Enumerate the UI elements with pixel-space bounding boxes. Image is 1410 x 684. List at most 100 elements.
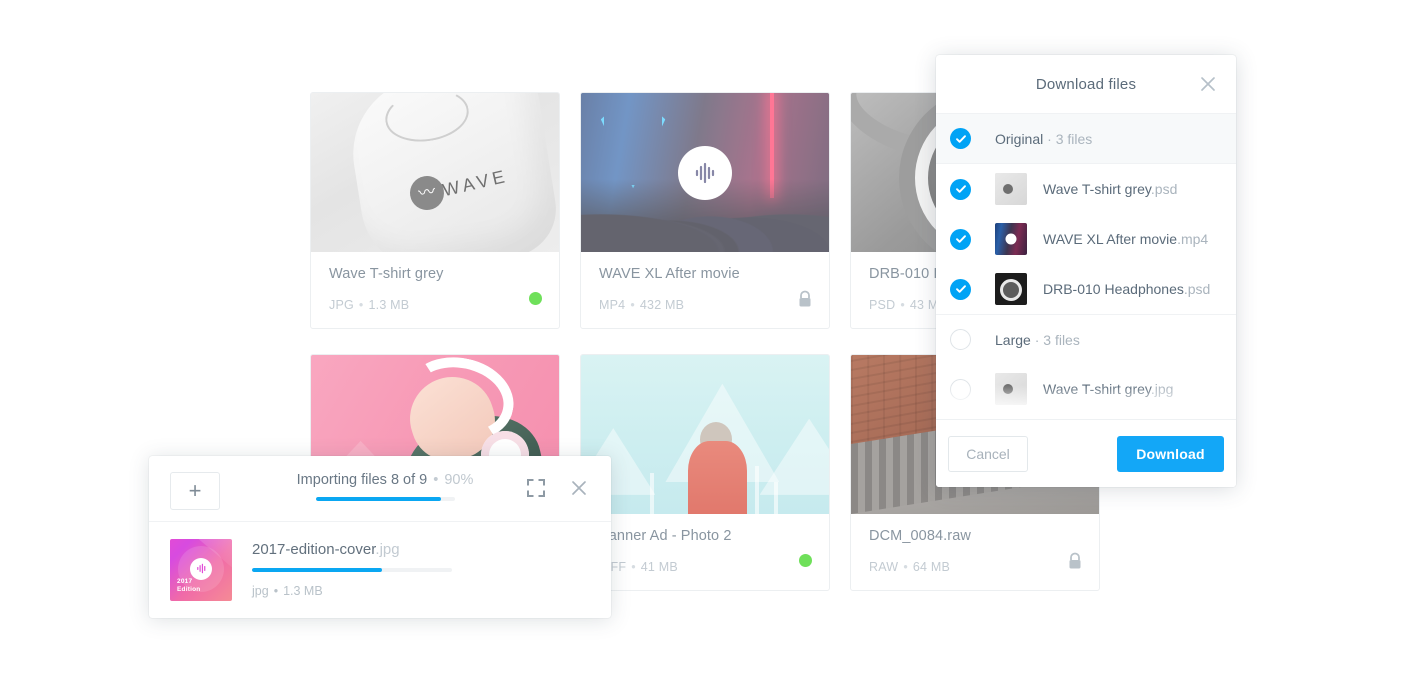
edition-year: 2017: [177, 578, 193, 585]
download-files-dialog: Download files Original · 3 files Wave T…: [936, 55, 1236, 487]
file-extension: .mp4: [1177, 231, 1209, 247]
asset-title: Wave T-shirt grey: [329, 266, 444, 282]
asset-size: 1.3 MB: [368, 298, 410, 312]
asset-meta: TIFF • 41 MB: [599, 560, 678, 574]
download-file-row[interactable]: Wave T-shirt grey.jpg: [936, 364, 1236, 414]
status-separator: •: [433, 472, 439, 488]
import-panel-header: + Importing files 8 of 9 • 90%: [149, 456, 611, 522]
file-basename: Wave T-shirt grey: [1043, 181, 1151, 197]
file-thumbnail: [995, 173, 1027, 205]
import-file-name: 2017-edition-cover.jpg: [252, 541, 590, 558]
file-name: DRB-010 Headphones.psd: [1043, 281, 1210, 297]
file-name: Wave T-shirt grey.psd: [1043, 181, 1177, 197]
file-format: jpg: [252, 584, 269, 598]
asset-card-body: WAVE XL After movie MP4 • 432 MB: [581, 252, 829, 328]
asset-card-body: Wave T-shirt grey JPG • 1.3 MB: [311, 252, 559, 328]
import-progress-bar: [315, 497, 455, 501]
asset-format: PSD: [869, 298, 896, 312]
download-file-row[interactable]: WAVE XL After movie.mp4: [936, 414, 1236, 419]
asset-card-body: DCM_0084.raw RAW • 64 MB: [851, 514, 1099, 590]
file-extension: .psd: [1150, 181, 1178, 197]
checkbox-checked-icon[interactable]: [950, 178, 971, 200]
download-file-row[interactable]: WAVE XL After movie.mp4: [936, 214, 1236, 264]
asset-card-wave-tshirt-grey[interactable]: 〰 WAVE Wave T-shirt grey JPG • 1.3 MB: [310, 92, 560, 329]
asset-card-banner-ad-photo-2[interactable]: Banner Ad - Photo 2 TIFF • 41 MB: [580, 354, 830, 591]
asset-format: JPG: [329, 298, 354, 312]
dialog-title: Download files: [1035, 75, 1137, 93]
import-status-line: Importing files 8 of 9 • 90%: [245, 472, 525, 488]
asset-format: RAW: [869, 560, 899, 574]
concert-image: [581, 93, 829, 252]
checkbox-unchecked-icon[interactable]: [950, 329, 971, 350]
close-icon[interactable]: [1196, 72, 1220, 96]
checkbox-checked-icon[interactable]: [950, 228, 971, 250]
group-count: 3 files: [1055, 130, 1093, 147]
file-name: Wave T-shirt grey.jpg: [1043, 381, 1173, 397]
group-label: Large · 3 files: [995, 332, 1080, 348]
asset-thumbnail: [581, 93, 829, 252]
asset-card-wave-xl-after-movie[interactable]: WAVE XL After movie MP4 • 432 MB: [580, 92, 830, 329]
checkbox-unchecked-icon[interactable]: [950, 378, 971, 400]
file-thumbnail: 2017 Edition: [170, 539, 232, 601]
cancel-button[interactable]: Cancel: [948, 435, 1028, 472]
lock-icon: [799, 290, 811, 307]
import-file-meta: jpg • 1.3 MB: [252, 584, 590, 598]
asset-title: DCM_0084.raw: [869, 528, 971, 544]
asset-meta: RAW • 64 MB: [869, 560, 951, 574]
asset-format: MP4: [599, 298, 626, 312]
file-extension: .psd: [1183, 281, 1211, 297]
group-count: 3 files: [1043, 331, 1080, 348]
app-canvas: 〰 WAVE Wave T-shirt grey JPG • 1.3 MB WA…: [0, 0, 1410, 684]
download-dialog-footer: Cancel Download: [936, 419, 1236, 487]
asset-size: 41 MB: [640, 560, 678, 574]
import-progress-fill: [315, 497, 441, 501]
mint-mountains-image: [581, 355, 829, 514]
import-file-info: 2017-edition-cover.jpg jpg • 1.3 MB: [252, 539, 590, 601]
add-files-button[interactable]: +: [170, 472, 220, 510]
download-group-large[interactable]: Large · 3 files: [936, 314, 1236, 364]
group-separator: ·: [1034, 331, 1040, 348]
download-group-original[interactable]: Original · 3 files: [936, 114, 1236, 164]
file-progress-fill: [252, 568, 382, 572]
asset-title: WAVE XL After movie: [599, 266, 740, 282]
file-extension: .jpg: [1150, 381, 1174, 397]
import-status-text: Importing files 8 of 9: [296, 472, 428, 488]
tshirt-image: 〰 WAVE: [311, 93, 559, 252]
edition-word: Edition: [177, 586, 201, 593]
file-thumbnail: [995, 273, 1027, 305]
asset-title: Banner Ad - Photo 2: [599, 528, 732, 544]
expand-icon[interactable]: [527, 479, 545, 497]
download-button[interactable]: Download: [1117, 435, 1224, 472]
asset-meta: MP4 • 432 MB: [599, 298, 685, 312]
checkbox-checked-icon[interactable]: [950, 128, 971, 149]
file-size: 1.3 MB: [283, 584, 323, 598]
lock-icon: [1069, 552, 1081, 569]
file-basename: Wave T-shirt grey: [1043, 381, 1151, 397]
group-name: Original: [995, 130, 1044, 147]
file-thumbnail: [995, 373, 1027, 405]
close-icon[interactable]: [569, 478, 589, 498]
download-file-row[interactable]: DRB-010 Headphones.psd: [936, 264, 1236, 314]
file-thumbnail: [995, 223, 1027, 255]
download-file-row[interactable]: Wave T-shirt grey.psd: [936, 164, 1236, 214]
asset-size: 64 MB: [912, 560, 951, 574]
file-extension: .jpg: [375, 541, 400, 558]
asset-meta: JPG • 1.3 MB: [329, 298, 410, 312]
asset-thumbnail: 〰 WAVE: [311, 93, 559, 252]
group-label: Original · 3 files: [995, 131, 1092, 147]
group-name: Large: [995, 331, 1031, 348]
asset-card-body: Banner Ad - Photo 2 TIFF • 41 MB: [581, 514, 829, 590]
checkbox-checked-icon[interactable]: [950, 278, 971, 300]
asset-size: 432 MB: [639, 298, 685, 312]
import-files-panel: + Importing files 8 of 9 • 90% 2017 Edit…: [149, 456, 611, 618]
wave-logo-icon: [190, 557, 212, 580]
import-file-row: 2017 Edition 2017-edition-cover.jpg jpg •…: [149, 522, 611, 601]
download-file-list[interactable]: Original · 3 files Wave T-shirt grey.psd: [936, 114, 1236, 419]
status-dot-icon: [799, 554, 812, 567]
asset-thumbnail: [581, 355, 829, 514]
group-separator: ·: [1047, 130, 1052, 147]
thumbnail-edition-label: 2017 Edition: [177, 578, 200, 594]
status-dot-icon: [529, 292, 542, 305]
file-basename: 2017-edition-cover: [252, 541, 376, 558]
file-name: WAVE XL After movie.mp4: [1043, 231, 1208, 247]
